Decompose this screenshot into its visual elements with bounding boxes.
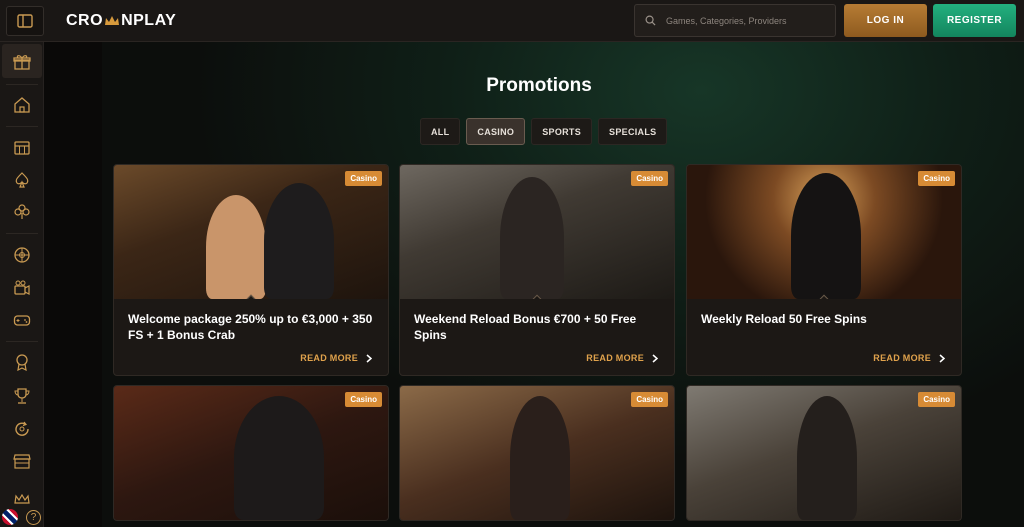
promo-title: Weekly Reload 50 Free Spins — [701, 312, 867, 326]
read-more-link[interactable]: READ MORE — [873, 353, 945, 363]
sidebar-divider — [6, 233, 38, 234]
read-more-label: READ MORE — [873, 353, 931, 363]
chevron-right-icon — [652, 353, 658, 363]
crown-logo-icon — [105, 16, 120, 25]
live-camera-icon[interactable] — [12, 278, 32, 298]
promo-image: Casino — [687, 165, 961, 299]
help-icon[interactable]: ? — [26, 510, 41, 525]
read-more-link[interactable]: READ MORE — [300, 353, 372, 363]
gift-icon[interactable] — [12, 52, 32, 72]
promo-title: Welcome package 250% up to €3,000 + 350 … — [128, 312, 373, 342]
home-icon[interactable] — [12, 95, 32, 115]
slot-machine-icon[interactable] — [12, 138, 32, 158]
category-badge: Casino — [918, 171, 955, 186]
tab-sports[interactable]: SPORTS — [531, 118, 593, 145]
chevron-right-icon — [939, 353, 945, 363]
promotions-main: Promotions ALL CASINO SPORTS SPECIALS Ca… — [102, 42, 1024, 527]
read-more-label: READ MORE — [586, 353, 644, 363]
tab-all[interactable]: ALL — [420, 118, 461, 145]
promo-image: Casino — [114, 165, 388, 299]
category-badge: Casino — [631, 171, 668, 186]
promo-card[interactable]: Casino — [686, 385, 962, 521]
language-flag-icon[interactable] — [2, 509, 18, 525]
trophy-icon[interactable] — [12, 386, 32, 406]
sidebar-divider — [6, 84, 38, 85]
man-figure — [791, 173, 861, 299]
category-badge: Casino — [631, 392, 668, 407]
search-box[interactable] — [634, 4, 836, 37]
promo-title: Weekend Reload Bonus €700 + 50 Free Spin… — [414, 312, 637, 342]
promo-card[interactable]: Casino — [113, 385, 389, 521]
promo-card[interactable]: Casino — [399, 385, 675, 521]
page-title: Promotions — [486, 75, 592, 96]
man-figure — [264, 183, 334, 299]
crown-icon[interactable] — [12, 494, 32, 504]
roulette-icon[interactable] — [12, 245, 32, 265]
store-icon[interactable] — [12, 451, 32, 471]
sidebar-divider — [6, 341, 38, 342]
promo-card[interactable]: Casino Welcome package 250% up to €3,000… — [113, 164, 389, 376]
badge-icon[interactable] — [12, 352, 32, 372]
woman-figure — [206, 195, 266, 299]
woman-figure — [500, 177, 564, 299]
spade-icon[interactable] — [12, 170, 32, 190]
category-badge: Casino — [918, 392, 955, 407]
man-figure — [234, 396, 324, 520]
sidebar-toggle-button[interactable] — [6, 6, 44, 36]
logo[interactable]: CRO NPLAY — [66, 12, 176, 30]
promo-tabs: ALL CASINO SPORTS SPECIALS — [420, 118, 668, 145]
sidebar: ? — [0, 42, 44, 527]
clover-icon[interactable] — [12, 202, 32, 222]
promo-image: Casino — [114, 386, 388, 520]
login-button[interactable]: LOG IN — [844, 4, 927, 37]
woman-figure — [797, 396, 857, 520]
sidebar-divider — [6, 126, 38, 127]
promo-image: Casino — [400, 165, 674, 299]
read-more-link[interactable]: READ MORE — [586, 353, 658, 363]
side-gutter — [44, 42, 102, 527]
search-icon — [645, 15, 656, 26]
gamepad-icon[interactable] — [12, 310, 32, 330]
search-input[interactable] — [666, 15, 826, 26]
category-badge: Casino — [345, 171, 382, 186]
logo-text-right: NPLAY — [121, 12, 177, 29]
chevron-right-icon — [366, 353, 372, 363]
tab-casino[interactable]: CASINO — [466, 118, 526, 145]
top-bar: CRO NPLAY LOG IN REGISTER — [0, 0, 1024, 42]
sidebar-toggle-icon — [17, 14, 33, 28]
tab-specials[interactable]: SPECIALS — [598, 118, 668, 145]
category-badge: Casino — [345, 392, 382, 407]
register-button[interactable]: REGISTER — [933, 4, 1016, 37]
read-more-label: READ MORE — [300, 353, 358, 363]
promo-image: Casino — [687, 386, 961, 520]
spin-icon[interactable] — [12, 419, 32, 439]
promo-image: Casino — [400, 386, 674, 520]
promo-card[interactable]: Casino Weekly Reload 50 Free Spins READ … — [686, 164, 962, 376]
woman-figure — [510, 396, 570, 520]
logo-text-left: CRO — [66, 12, 104, 29]
promo-card[interactable]: Casino Weekend Reload Bonus €700 + 50 Fr… — [399, 164, 675, 376]
